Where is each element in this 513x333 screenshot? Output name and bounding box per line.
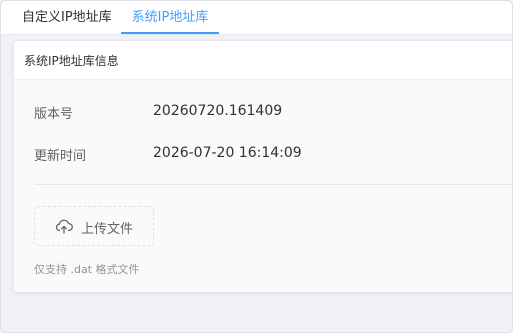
- update-time-value: 2026-07-20 16:14:09: [153, 145, 302, 161]
- upload-file-label: 上传文件: [81, 222, 134, 237]
- divider: [34, 184, 512, 185]
- active-tab-indicator: [121, 32, 219, 34]
- cloud-upload-icon: [55, 219, 73, 234]
- tab-custom-ip-library[interactable]: 自定义IP地址库: [22, 1, 112, 34]
- tab-system-ip-library[interactable]: 系统IP地址库: [121, 1, 219, 34]
- system-ip-library-card: 系统IP地址库信息 版本号 20260720.161409 更新时间 2026-…: [13, 40, 512, 293]
- upload-file-button[interactable]: 上传文件: [34, 206, 154, 246]
- tab-content: 系统IP地址库信息 版本号 20260720.161409 更新时间 2026-…: [1, 35, 512, 332]
- update-time-label: 更新时间: [34, 149, 87, 164]
- upload-hint: 仅支持 .dat 格式文件: [34, 263, 140, 276]
- tab-bar: 自定义IP地址库 系统IP地址库: [1, 1, 512, 35]
- version-value: 20260720.161409: [153, 103, 283, 119]
- version-label: 版本号: [34, 107, 74, 122]
- card-header: 系统IP地址库信息: [14, 41, 512, 80]
- card-title: 系统IP地址库信息: [24, 54, 119, 68]
- app-window: 自定义IP地址库 系统IP地址库 系统IP地址库信息 版本号 20260720.…: [0, 0, 513, 333]
